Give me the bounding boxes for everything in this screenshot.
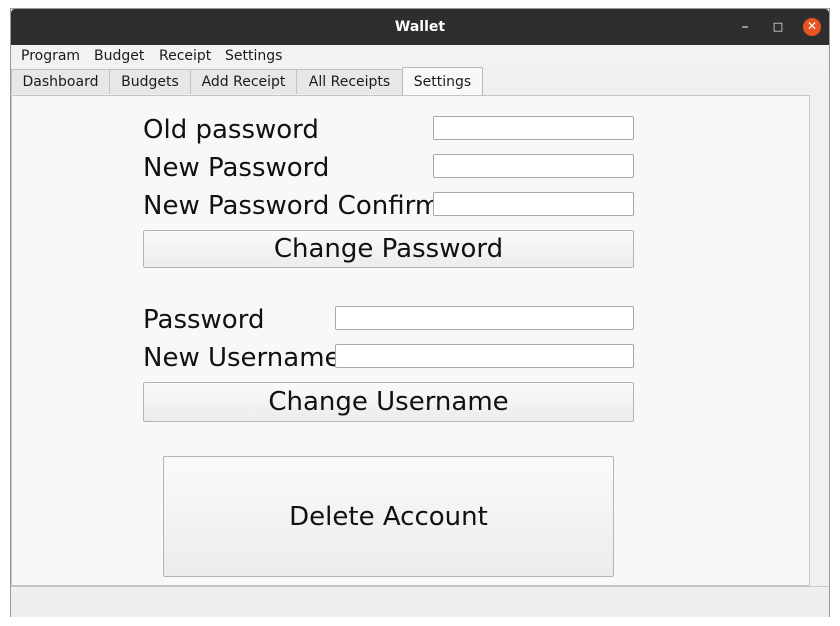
new-username-input[interactable] bbox=[335, 344, 634, 368]
tab-bar: Dashboard Budgets Add Receipt All Receip… bbox=[11, 67, 829, 95]
settings-panel: Old password New Password New Password C… bbox=[11, 95, 810, 586]
tab-add-receipt[interactable]: Add Receipt bbox=[190, 69, 297, 94]
new-username-label: New Username bbox=[143, 343, 341, 373]
tab-all-receipts[interactable]: All Receipts bbox=[296, 69, 403, 94]
new-password-confirm-input[interactable] bbox=[433, 192, 634, 216]
change-username-button[interactable]: Change Username bbox=[143, 382, 634, 422]
minimize-icon[interactable]: – bbox=[733, 9, 757, 45]
new-password-confirm-label: New Password Confirm bbox=[143, 191, 441, 221]
tab-dashboard[interactable]: Dashboard bbox=[11, 69, 110, 94]
change-password-button[interactable]: Change Password bbox=[143, 230, 634, 268]
title-bar[interactable]: Wallet – □ ✕ bbox=[11, 9, 829, 45]
password-input[interactable] bbox=[335, 306, 634, 330]
old-password-input[interactable] bbox=[433, 116, 634, 140]
menu-program[interactable]: Program bbox=[21, 45, 80, 67]
app-window: Wallet – □ ✕ Program Budget Receipt Sett… bbox=[10, 8, 830, 617]
status-bar bbox=[11, 586, 829, 617]
menu-settings[interactable]: Settings bbox=[225, 45, 282, 67]
menu-bar: Program Budget Receipt Settings bbox=[11, 45, 829, 67]
delete-account-button[interactable]: Delete Account bbox=[163, 456, 614, 577]
old-password-label: Old password bbox=[143, 115, 319, 145]
maximize-icon[interactable]: □ bbox=[767, 9, 789, 45]
tab-settings[interactable]: Settings bbox=[402, 67, 483, 95]
close-icon[interactable]: ✕ bbox=[803, 18, 821, 36]
menu-budget[interactable]: Budget bbox=[94, 45, 144, 67]
window-title: Wallet bbox=[394, 19, 446, 35]
tab-budgets[interactable]: Budgets bbox=[109, 69, 191, 94]
password-label: Password bbox=[143, 305, 265, 335]
new-password-input[interactable] bbox=[433, 154, 634, 178]
new-password-label: New Password bbox=[143, 153, 330, 183]
menu-receipt[interactable]: Receipt bbox=[159, 45, 211, 67]
